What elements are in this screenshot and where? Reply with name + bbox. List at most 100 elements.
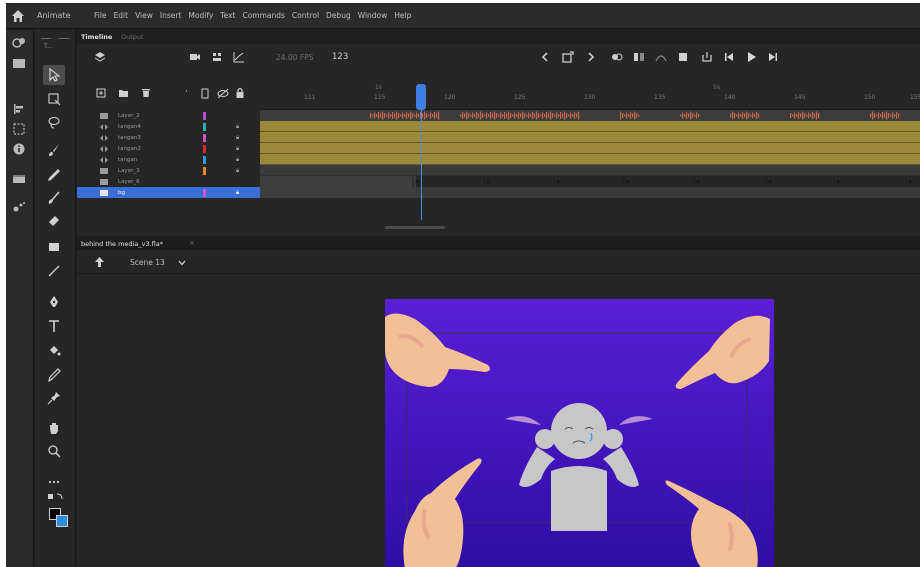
layer-outline-color[interactable]: [203, 188, 206, 197]
layer-row[interactable]: Layer_2: [77, 110, 260, 121]
lock-icon[interactable]: 🔒︎: [236, 167, 239, 175]
home-icon[interactable]: [11, 9, 25, 23]
trash-icon[interactable]: [141, 87, 151, 98]
align-icon[interactable]: [11, 102, 27, 116]
add-layer-icon[interactable]: [96, 88, 106, 98]
close-tab-icon[interactable]: ×: [189, 239, 195, 247]
highlight-layers-icon[interactable]: ·: [185, 87, 188, 97]
chevron-right-icon[interactable]: [585, 51, 597, 63]
selection-tool[interactable]: [43, 65, 65, 85]
stage-canvas[interactable]: [385, 299, 774, 567]
document-tab[interactable]: behind the media_v3.fla*: [81, 240, 163, 248]
layer-outline-color[interactable]: [203, 122, 206, 131]
insert-frame-icon[interactable]: [677, 51, 689, 63]
line-tool[interactable]: [43, 261, 65, 281]
tab-timeline[interactable]: Timeline: [81, 33, 112, 41]
visibility-toggle-icon[interactable]: [217, 88, 229, 99]
layers-stack-icon[interactable]: [94, 51, 106, 63]
layer-row-selected[interactable]: bg 🔒︎: [77, 187, 260, 198]
fps-readout[interactable]: 24.00 FPS: [276, 53, 313, 62]
menu-control[interactable]: Control: [292, 11, 319, 20]
menu-debug[interactable]: Debug: [326, 11, 351, 20]
scene-name[interactable]: Scene 13: [130, 258, 165, 267]
frame-ruler[interactable]: 1s 5s 111 115 120 125 130 135 140 145 15…: [260, 78, 920, 110]
library-icon[interactable]: [11, 56, 27, 70]
menu-view[interactable]: View: [135, 11, 153, 20]
eyedropper-tool[interactable]: [43, 365, 65, 385]
layer-depth-icon[interactable]: [211, 51, 223, 63]
current-frame-readout[interactable]: 123: [332, 52, 348, 62]
pencil-tool[interactable]: [43, 165, 65, 185]
eraser-tool[interactable]: [43, 211, 65, 231]
lock-icon[interactable]: 🔒︎: [236, 123, 239, 131]
more-tools-button[interactable]: [43, 472, 65, 492]
menu-modify[interactable]: Modify: [188, 11, 213, 20]
playhead[interactable]: [416, 84, 426, 110]
loop-icon[interactable]: [701, 51, 713, 63]
properties-icon[interactable]: [11, 36, 27, 50]
menu-file[interactable]: File: [94, 11, 107, 20]
rectangle-tool[interactable]: [43, 237, 65, 257]
layer-row[interactable]: Layer_3 🔒︎: [77, 165, 260, 176]
free-transform-tool[interactable]: [43, 89, 65, 109]
brush-tool[interactable]: [43, 140, 65, 160]
camera-icon[interactable]: [189, 51, 201, 63]
fill-color-swatch[interactable]: [56, 515, 68, 527]
layer-row[interactable]: tangan3 🔒︎: [77, 132, 260, 143]
edit-multiple-frames-icon[interactable]: [633, 51, 645, 63]
lasso-tool[interactable]: [43, 113, 65, 133]
step-back-icon[interactable]: [723, 51, 735, 63]
layer-outline-color[interactable]: [203, 166, 206, 175]
chevron-left-icon[interactable]: [539, 51, 551, 63]
layer-name[interactable]: bg: [118, 190, 125, 196]
hand-tool[interactable]: [43, 418, 65, 438]
onion-skin-icon[interactable]: [611, 51, 623, 63]
menu-text[interactable]: Text: [220, 11, 235, 20]
pen-tool[interactable]: [43, 292, 65, 312]
folder-icon[interactable]: [118, 88, 129, 98]
tab-output[interactable]: Output: [121, 33, 144, 41]
layer-row[interactable]: Layer_6: [77, 176, 260, 187]
transform-icon[interactable]: [11, 122, 27, 136]
layer-name[interactable]: tangan4: [118, 124, 141, 130]
layer-name[interactable]: Layer_6: [118, 179, 140, 185]
graph-icon[interactable]: [233, 51, 245, 63]
layer-row[interactable]: tangan 🔒︎: [77, 154, 260, 165]
layer-name[interactable]: Layer_2: [118, 113, 140, 119]
menu-window[interactable]: Window: [358, 11, 388, 20]
lock-all-icon[interactable]: [235, 87, 245, 99]
menu-help[interactable]: Help: [394, 11, 411, 20]
frame-picker-icon[interactable]: [11, 172, 27, 186]
layer-outline-color[interactable]: [203, 111, 206, 120]
layer-outline-color[interactable]: [203, 155, 206, 164]
timeline-scrollbar[interactable]: [385, 226, 445, 229]
layer-row[interactable]: tangan4 🔒︎: [77, 121, 260, 132]
menu-edit[interactable]: Edit: [114, 11, 129, 20]
scene-icon[interactable]: [93, 256, 106, 268]
menu-insert[interactable]: Insert: [160, 11, 182, 20]
step-forward-icon[interactable]: [767, 51, 779, 63]
lock-icon[interactable]: 🔒︎: [236, 156, 239, 164]
lock-icon[interactable]: 🔒︎: [236, 134, 239, 142]
menu-commands[interactable]: Commands: [242, 11, 284, 20]
layer-name[interactable]: tangan: [118, 157, 137, 163]
frame-grid[interactable]: [260, 110, 920, 220]
outline-toggle-icon[interactable]: [201, 88, 209, 99]
layer-outline-color[interactable]: [203, 144, 206, 153]
bone-tool[interactable]: [43, 388, 65, 408]
layer-name[interactable]: tangan3: [118, 135, 141, 141]
chevron-down-icon[interactable]: [178, 260, 186, 266]
paint-bucket-tool[interactable]: [43, 341, 65, 361]
swap-colors-icon[interactable]: [47, 492, 65, 502]
zoom-tool[interactable]: [43, 441, 65, 461]
layer-name[interactable]: tangan2: [118, 146, 141, 152]
keyframe-insert-icon[interactable]: [562, 51, 574, 63]
frame-grid-canvas[interactable]: [260, 110, 920, 220]
layer-outline-color[interactable]: [203, 133, 206, 142]
paint-brush-tool[interactable]: [43, 188, 65, 208]
play-icon[interactable]: [745, 51, 757, 63]
motion-path-icon[interactable]: [655, 51, 667, 63]
lock-icon[interactable]: 🔒︎: [236, 189, 239, 197]
text-tool[interactable]: [43, 316, 65, 336]
motion-presets-icon[interactable]: [11, 200, 27, 214]
